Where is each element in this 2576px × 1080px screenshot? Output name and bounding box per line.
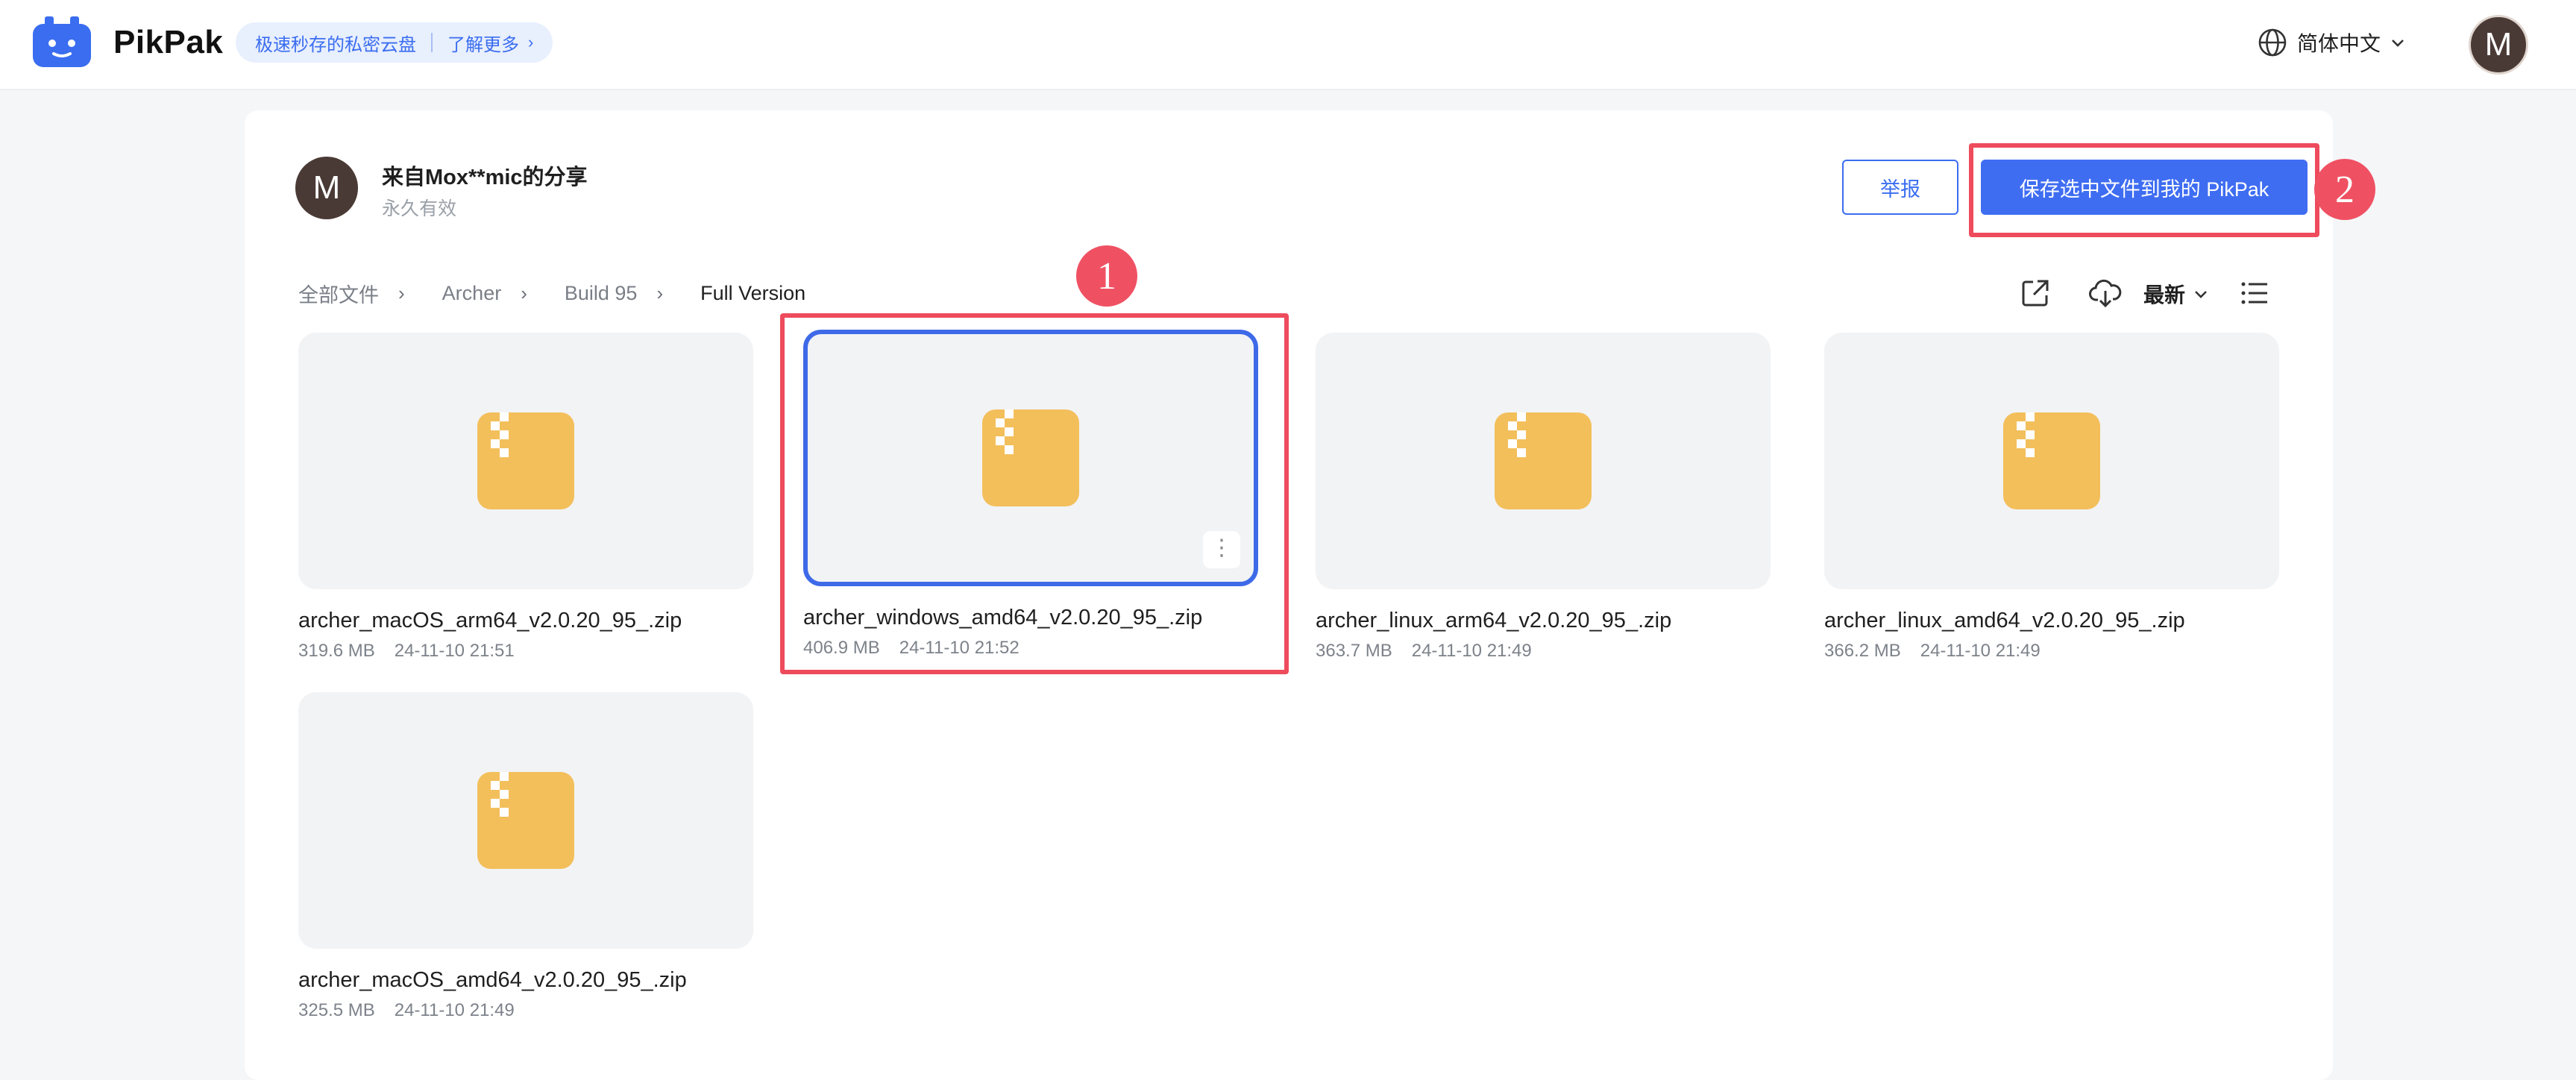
- zip-file-icon: [2003, 412, 2100, 509]
- file-name: archer_linux_arm64_v2.0.20_95_.zip: [1316, 609, 1672, 632]
- zip-file-icon: [1495, 412, 1592, 509]
- promo-link[interactable]: 了解更多: [447, 30, 519, 56]
- annotation-number-2: 2: [2314, 159, 2375, 220]
- sharer-avatar: M: [295, 157, 358, 219]
- file-size: 325.5 MB: [298, 1000, 375, 1020]
- zip-file-icon: [477, 772, 574, 869]
- sort-dropdown[interactable]: 最新: [2143, 279, 2209, 309]
- pikpak-logo-icon[interactable]: [31, 15, 92, 69]
- file-date: 24-11-10 21:49: [394, 1000, 515, 1020]
- zip-file-icon: [477, 412, 574, 509]
- file-tile[interactable]: archer_linux_amd64_v2.0.20_95_.zip 366.2…: [1824, 333, 2279, 662]
- breadcrumb: 全部文件 › Archer › Build 95 › Full Version: [298, 279, 805, 308]
- promo-banner[interactable]: 极速秒存的私密云盘 了解更多 ›: [236, 22, 553, 63]
- globe-icon: [2258, 28, 2287, 57]
- file-meta: 366.2 MB 24-11-10 21:49: [1824, 641, 2279, 662]
- chevron-right-icon: ›: [521, 282, 527, 304]
- chevron-down-icon: [2195, 291, 2207, 298]
- chevron-right-icon: ›: [528, 33, 534, 51]
- top-bar: PikPak 极速秒存的私密云盘 了解更多 › 简体中文 M: [0, 0, 2576, 90]
- sort-label: 最新: [2143, 283, 2186, 307]
- external-link-icon[interactable]: [2018, 276, 2052, 310]
- chevron-right-icon: ›: [398, 282, 405, 304]
- file-date: 24-11-10 21:49: [1411, 641, 1532, 661]
- share-title: 来自Mox**mic的分享: [382, 166, 588, 189]
- file-name: archer_macOS_amd64_v2.0.20_95_.zip: [298, 968, 687, 992]
- annotation-box-1: [780, 313, 1289, 674]
- file-meta: 325.5 MB 24-11-10 21:49: [298, 1000, 753, 1021]
- file-meta: 319.6 MB 24-11-10 21:51: [298, 641, 753, 662]
- promo-text: 极速秒存的私密云盘: [255, 34, 416, 55]
- file-date: 24-11-10 21:49: [1920, 641, 2041, 661]
- list-view-icon[interactable]: [2237, 276, 2272, 310]
- share-validity: 永久有效: [382, 198, 457, 219]
- breadcrumb-item[interactable]: Build 95: [565, 282, 638, 305]
- annotation-box-2: [1969, 143, 2319, 237]
- file-name: archer_macOS_arm64_v2.0.20_95_.zip: [298, 609, 682, 632]
- download-icon[interactable]: [2088, 276, 2123, 310]
- file-tile[interactable]: archer_macOS_amd64_v2.0.20_95_.zip 325.5…: [298, 692, 753, 1021]
- breadcrumb-item[interactable]: Archer: [442, 282, 502, 305]
- promo-divider: [431, 33, 433, 52]
- report-button[interactable]: 举报: [1842, 160, 1958, 215]
- language-label: 简体中文: [2297, 32, 2381, 55]
- file-name: archer_linux_amd64_v2.0.20_95_.zip: [1824, 609, 2185, 632]
- chevron-down-icon: [2392, 40, 2404, 47]
- breadcrumb-current: Full Version: [700, 282, 806, 304]
- file-meta: 363.7 MB 24-11-10 21:49: [1316, 641, 1771, 662]
- file-tile[interactable]: archer_linux_arm64_v2.0.20_95_.zip 363.7…: [1316, 333, 1771, 662]
- brand-name[interactable]: PikPak: [113, 24, 223, 61]
- file-thumbnail[interactable]: [1316, 333, 1771, 589]
- file-size: 366.2 MB: [1824, 641, 1901, 661]
- file-thumbnail[interactable]: [298, 333, 753, 589]
- language-selector[interactable]: 简体中文: [2257, 27, 2406, 58]
- file-thumbnail[interactable]: [1824, 333, 2279, 589]
- file-size: 363.7 MB: [1316, 641, 1392, 661]
- file-date: 24-11-10 21:51: [394, 641, 515, 661]
- user-avatar[interactable]: M: [2469, 15, 2528, 75]
- file-thumbnail[interactable]: [298, 692, 753, 949]
- file-tile[interactable]: archer_macOS_arm64_v2.0.20_95_.zip 319.6…: [298, 333, 753, 662]
- chevron-right-icon: ›: [656, 282, 664, 304]
- file-size: 319.6 MB: [298, 641, 375, 661]
- annotation-number-1: 1: [1076, 245, 1137, 307]
- breadcrumb-item[interactable]: 全部文件: [298, 279, 379, 308]
